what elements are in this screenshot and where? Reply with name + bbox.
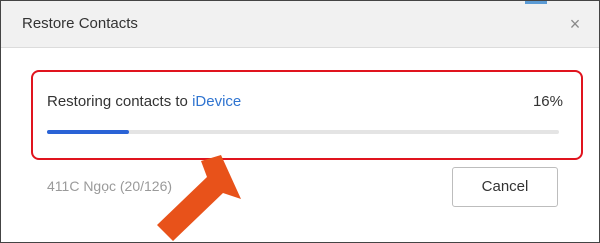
pointer-arrow-icon	[157, 155, 241, 241]
device-name-link[interactable]: iDevice	[192, 93, 241, 110]
progress-panel: Restoring contacts to iDevice 16%	[31, 70, 583, 160]
status-text: Restoring contacts to iDevice	[47, 93, 241, 110]
progress-bar	[47, 130, 559, 134]
progress-bar-fill	[47, 130, 129, 134]
dialog-titlebar: Restore Contacts ×	[1, 1, 599, 48]
status-prefix: Restoring contacts to	[47, 93, 193, 110]
cancel-button[interactable]: Cancel	[452, 167, 558, 207]
progress-percent: 16%	[532, 93, 563, 110]
close-icon[interactable]: ×	[565, 14, 585, 34]
dialog-title: Restore Contacts	[22, 15, 138, 32]
restore-contacts-dialog: Restore Contacts × Restoring contacts to…	[0, 0, 600, 243]
titlebar-accent	[525, 1, 547, 4]
